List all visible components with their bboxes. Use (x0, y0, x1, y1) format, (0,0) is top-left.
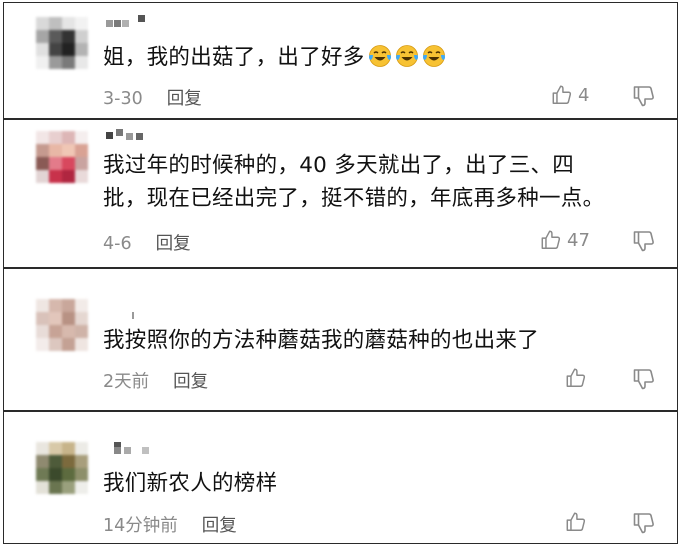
comment-text-line: 批，现在已经出完了，挺不错的，年底再多种一点。 (103, 186, 605, 211)
avatar[interactable] (36, 131, 88, 183)
reply-button[interactable]: 回复 (167, 89, 202, 109)
comment-time: 2天前 (103, 372, 150, 392)
reply-button[interactable]: 回复 (173, 372, 208, 392)
username[interactable] (104, 129, 150, 141)
comment-meta: 3-30 回复 (103, 85, 202, 110)
thumbs-down-icon[interactable] (632, 367, 656, 391)
comment-text: 姐，我的出菇了，出了好多 (103, 41, 446, 74)
comment-card: 姐，我的出菇了，出了好多 3-30 回复 4 (3, 2, 678, 119)
tears-of-joy-emoji-icon (395, 45, 418, 67)
like-button[interactable] (565, 366, 592, 390)
comment-time: 3-30 (103, 89, 143, 109)
thumbs-up-icon (566, 368, 586, 387)
comment-text-line: 姐，我的出菇了，出了好多 (103, 45, 365, 70)
comment-card: 我按照你的方法种蘑菇我的蘑菇种的也出来了 2天前 回复 (3, 268, 678, 411)
avatar[interactable] (36, 299, 88, 351)
comment-time: 14分钟前 (103, 516, 178, 536)
like-button[interactable]: 47 (540, 228, 590, 252)
thumbs-up-icon (566, 512, 586, 531)
comment-text: 我按照你的方法种蘑菇我的蘑菇种的也出来了 (103, 324, 539, 357)
tears-of-joy-emoji-icon (368, 45, 391, 67)
comment-card: 我过年的时候种的，40 多天就出了，出了三、四 批，现在已经出完了，挺不错的，年… (3, 119, 678, 268)
comment-text: 我们新农人的榜样 (103, 467, 277, 500)
comment-meta: 14分钟前 回复 (103, 512, 237, 537)
comment-time: 4-6 (103, 234, 132, 254)
thumbs-up-icon (552, 85, 572, 104)
reply-button[interactable]: 回复 (202, 516, 237, 536)
like-count: 47 (567, 229, 590, 251)
tears-of-joy-emoji-icon (422, 45, 445, 67)
comment-text-line: 我过年的时候种的，40 多天就出了，出了三、四 (103, 153, 575, 178)
comment-meta: 2天前 回复 (103, 368, 208, 393)
comment-text: 我过年的时候种的，40 多天就出了，出了三、四 批，现在已经出完了，挺不错的，年… (103, 149, 604, 215)
like-button[interactable]: 4 (551, 83, 589, 107)
reply-button[interactable]: 回复 (156, 234, 191, 254)
thumbs-up-icon (541, 230, 561, 249)
comment-text-line: 我们新农人的榜样 (103, 471, 278, 496)
comment-list: 姐，我的出菇了，出了好多 3-30 回复 4 我过年的时候种的，40 多天就出了… (0, 0, 682, 547)
username[interactable] (104, 310, 134, 322)
comment-card: 我们新农人的榜样 14分钟前 回复 (3, 411, 678, 544)
like-button[interactable] (565, 510, 592, 534)
avatar[interactable] (36, 442, 88, 494)
comment-meta: 4-6 回复 (103, 230, 191, 255)
avatar[interactable] (36, 17, 88, 69)
like-count: 4 (578, 84, 590, 106)
comment-text-line: 我按照你的方法种蘑菇我的蘑菇种的也出来了 (103, 328, 540, 353)
thumbs-down-icon[interactable] (632, 511, 656, 535)
username[interactable] (104, 442, 156, 454)
thumbs-down-icon[interactable] (632, 229, 656, 253)
thumbs-down-icon[interactable] (632, 84, 656, 108)
username[interactable] (104, 15, 152, 27)
